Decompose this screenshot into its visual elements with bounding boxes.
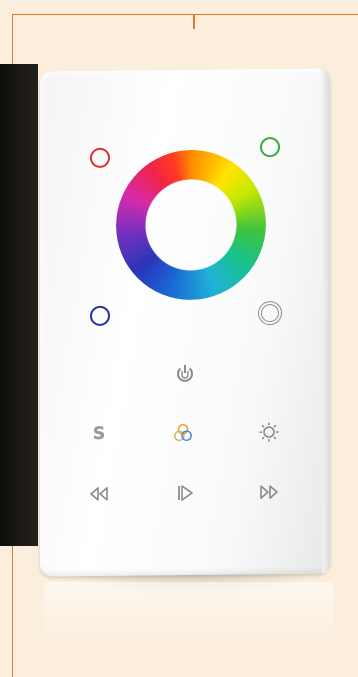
play-icon[interactable] (174, 482, 196, 504)
scene-s-glyph: S (92, 423, 106, 445)
scene-s-icon[interactable]: S (88, 423, 110, 445)
white-indicator[interactable] (258, 300, 282, 326)
brightness-sun-icon[interactable] (258, 421, 280, 443)
fast-forward-icon[interactable] (258, 481, 280, 503)
panel-edge (322, 68, 330, 574)
blue-indicator[interactable] (90, 305, 110, 326)
touch-panel: S (40, 68, 330, 577)
green-indicator[interactable] (260, 137, 280, 158)
frame-notch (193, 15, 195, 29)
dark-background-panel (0, 64, 38, 546)
power-icon[interactable] (174, 362, 196, 384)
rewind-icon[interactable] (88, 483, 110, 505)
red-indicator[interactable] (90, 147, 110, 168)
rgb-circles-icon[interactable] (172, 422, 194, 444)
color-wheel[interactable] (116, 149, 266, 301)
panel-reflection (44, 582, 334, 642)
